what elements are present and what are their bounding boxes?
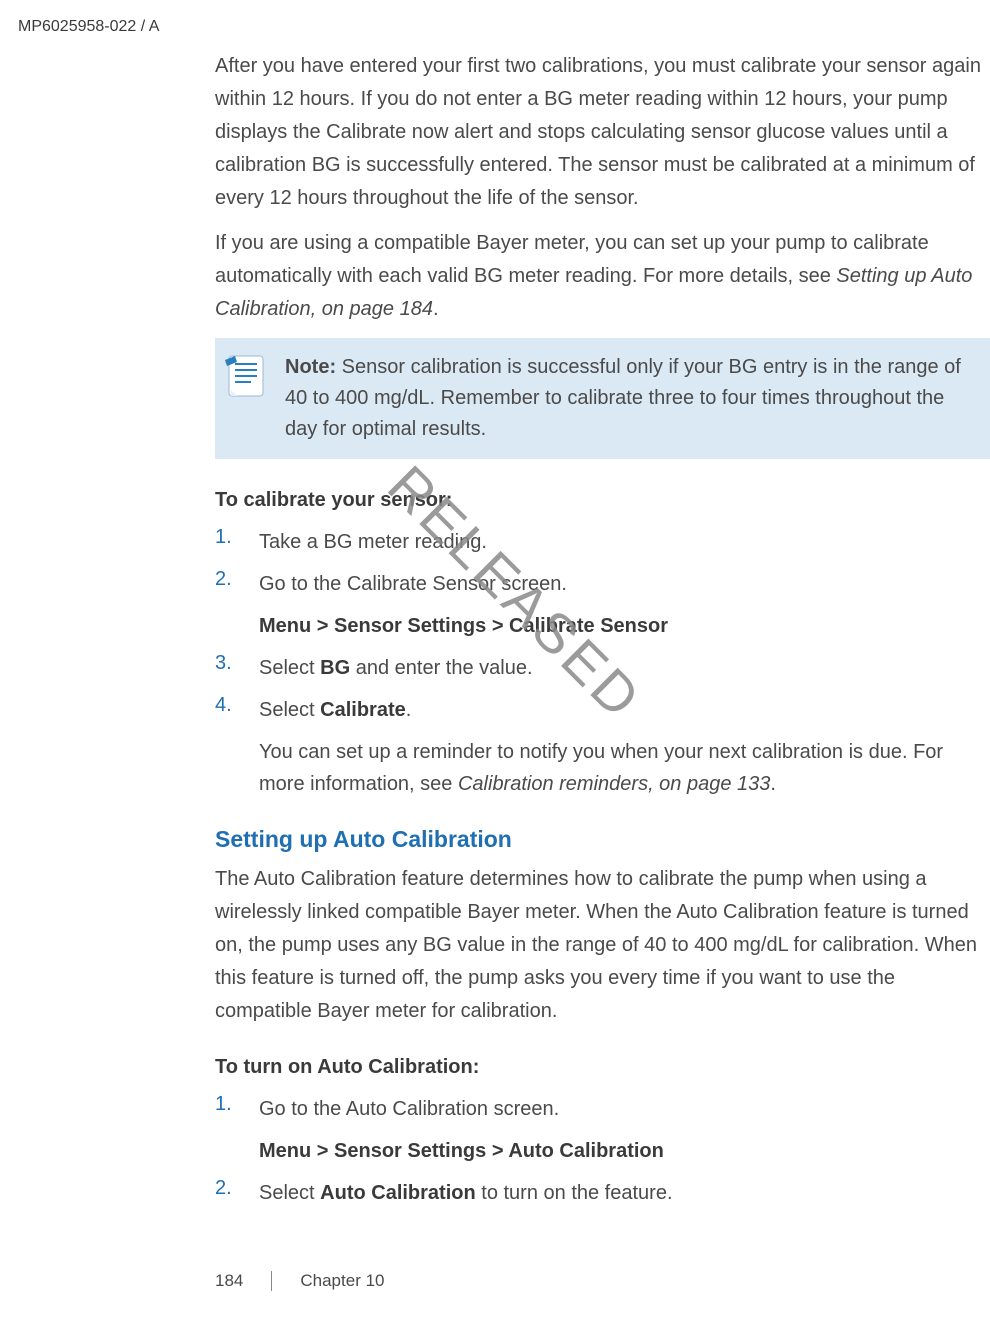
step-number: 1. <box>215 1093 259 1167</box>
step-body: Select Auto Calibration to turn on the f… <box>259 1177 990 1209</box>
calibrate-steps-list: 1. Take a BG meter reading. 2. Go to the… <box>215 526 990 800</box>
step-body: Go to the Auto Calibration screen. Menu … <box>259 1093 990 1167</box>
step-body: Take a BG meter reading. <box>259 526 990 558</box>
step-number: 4. <box>215 694 259 800</box>
step-text-a: Select <box>259 699 320 721</box>
chapter-label: Chapter 10 <box>272 1271 384 1291</box>
page-footer: 184 Chapter 10 <box>215 1271 385 1291</box>
auto-step-1: 1. Go to the Auto Calibration screen. Me… <box>215 1093 990 1167</box>
step-text-a: Select <box>259 1182 320 1204</box>
auto-step-2: 2. Select Auto Calibration to turn on th… <box>215 1177 990 1209</box>
step-number: 2. <box>215 1177 259 1209</box>
step-3: 3. Select BG and enter the value. <box>215 652 990 684</box>
document-code: MP6025958-022 / A <box>18 18 159 36</box>
auto-calibration-paragraph: The Auto Calibration feature determines … <box>215 863 990 1028</box>
menu-path: Menu > Sensor Settings > Calibrate Senso… <box>259 610 990 642</box>
note-label: Note: <box>285 356 336 378</box>
p2-text-c: . <box>433 298 439 320</box>
note-text: Note: Sensor calibration is successful o… <box>285 352 976 445</box>
step-4: 4. Select Calibrate. You can set up a re… <box>215 694 990 800</box>
paragraph-2: If you are using a compatible Bayer mete… <box>215 227 990 326</box>
step-body: Go to the Calibrate Sensor screen. Menu … <box>259 568 990 642</box>
auto-steps-list: 1. Go to the Auto Calibration screen. Me… <box>215 1093 990 1209</box>
menu-path-text: Menu > Sensor Settings > Auto Calibratio… <box>259 1140 664 1162</box>
note-icon <box>223 352 273 402</box>
step-1: 1. Take a BG meter reading. <box>215 526 990 558</box>
step-text-a: Select <box>259 657 320 679</box>
heading-turn-on-auto: To turn on Auto Calibration: <box>215 1056 990 1079</box>
step-number: 3. <box>215 652 259 684</box>
step-number: 1. <box>215 526 259 558</box>
step-text-c: . <box>406 699 412 721</box>
menu-path: Menu > Sensor Settings > Auto Calibratio… <box>259 1135 990 1167</box>
step-text-c: to turn on the feature. <box>476 1182 673 1204</box>
heading-calibrate-sensor: To calibrate your sensor: <box>215 489 990 512</box>
step-sub-italic: Calibration reminders, on page 133 <box>458 773 770 795</box>
page-content: After you have entered your first two ca… <box>215 50 990 1219</box>
paragraph-1: After you have entered your first two ca… <box>215 50 990 215</box>
step-number: 2. <box>215 568 259 642</box>
step-body: Select Calibrate. You can set up a remin… <box>259 694 990 800</box>
menu-path-text: Menu > Sensor Settings > Calibrate Senso… <box>259 615 668 637</box>
step-body: Select BG and enter the value. <box>259 652 990 684</box>
step-bold: Calibrate <box>320 699 406 721</box>
heading-auto-calibration: Setting up Auto Calibration <box>215 826 990 853</box>
step-text: Go to the Calibrate Sensor screen. <box>259 573 567 595</box>
step-text: Go to the Auto Calibration screen. <box>259 1098 559 1120</box>
step-sub-c: . <box>770 773 776 795</box>
step-text-c: and enter the value. <box>350 657 532 679</box>
note-callout: Note: Sensor calibration is successful o… <box>215 338 990 459</box>
p2-text-a: If you are using a compatible Bayer mete… <box>215 232 929 287</box>
note-body: Sensor calibration is successful only if… <box>285 356 961 440</box>
step-2: 2. Go to the Calibrate Sensor screen. Me… <box>215 568 990 642</box>
step-bold: Auto Calibration <box>320 1182 476 1204</box>
step-bold: BG <box>320 657 350 679</box>
page-number: 184 <box>215 1271 272 1291</box>
step-sub: You can set up a reminder to notify you … <box>259 736 990 800</box>
